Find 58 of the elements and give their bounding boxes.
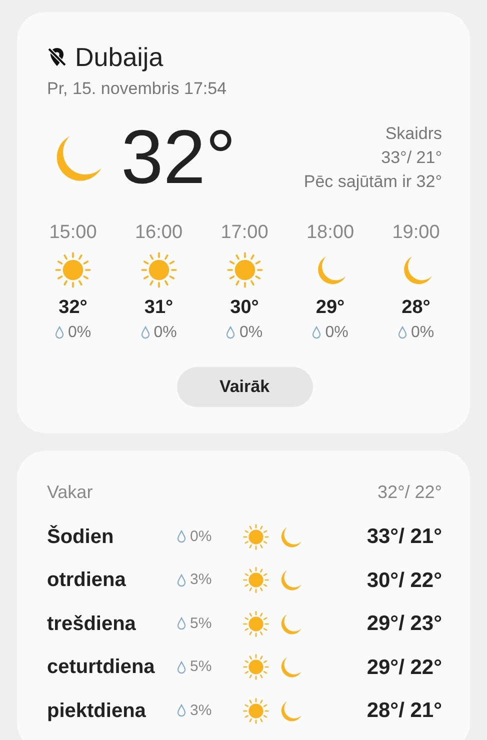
hour-time: 17:00 [220,222,268,244]
hour-temperature: 29° [316,296,345,318]
sun-icon [243,524,269,550]
day-name: trešdiena [47,612,137,637]
feels-like-text: Pēc sajūtām ir 32° [304,170,442,192]
precipitation-text: 3% [190,570,212,590]
raindrop-icon [177,660,186,674]
raindrop-icon [312,326,322,339]
precipitation-text: 0% [190,526,212,546]
sun-icon [243,567,269,594]
hour-time: 16:00 [134,222,183,244]
day-temperatures: 29°/ 23° [366,611,442,637]
yesterday-label: Vakar [47,481,93,504]
raindrop-icon [177,704,186,718]
raindrop-icon [226,326,236,339]
precipitation-text: 0% [325,322,348,342]
day-name: piektdiena [47,698,147,724]
precipitation-text: 0% [68,322,92,342]
raindrop-icon [177,530,186,544]
pin-slash-icon [47,47,67,67]
day-name: Šodien [47,524,115,550]
precipitation-text: 5% [190,614,212,634]
sun-icon [140,252,177,288]
raindrop-icon [177,574,186,587]
precipitation-text: 0% [154,322,177,342]
location-name: Dubaija [75,42,164,72]
hour-temperature: 31° [144,296,174,318]
condition-text: Skaidrs [385,122,442,144]
day-name: ceturtdiena [47,655,156,680]
day-temperatures: 33°/ 21° [366,524,442,550]
hour-temperature: 30° [230,296,259,318]
sun-icon [243,610,269,637]
high-low-temperature: 33°/ 21° [381,146,442,168]
hour-time: 18:00 [306,222,354,244]
yesterday-temperatures: 32°/ 22° [378,481,442,504]
precipitation-text: 0% [239,322,263,342]
sun-icon [243,654,269,680]
hour-temperature: 28° [402,296,430,318]
day-temperatures: 30°/ 22° [366,568,442,594]
raindrop-icon [54,326,64,339]
sun-icon [243,698,269,724]
hour-time: 15:00 [49,222,97,244]
hour-temperature: 32° [58,296,88,318]
more-button[interactable]: Vairāk [176,366,312,406]
current-temperature: 32° [121,118,236,198]
precipitation-text: 0% [410,322,434,342]
raindrop-icon [140,326,150,339]
raindrop-icon [177,617,186,630]
day-name: otrdiena [47,568,127,594]
day-temperatures: 29°/ 22° [366,654,442,680]
sun-icon [55,252,91,288]
hour-time: 19:00 [392,222,440,244]
sun-icon [226,252,262,288]
raindrop-icon [398,326,407,339]
precipitation-text: 3% [190,700,212,720]
date-time: Pr, 15. novembris 17:54 [47,78,228,100]
day-temperatures: 28°/ 21° [366,698,442,724]
precipitation-text: 5% [190,657,212,677]
